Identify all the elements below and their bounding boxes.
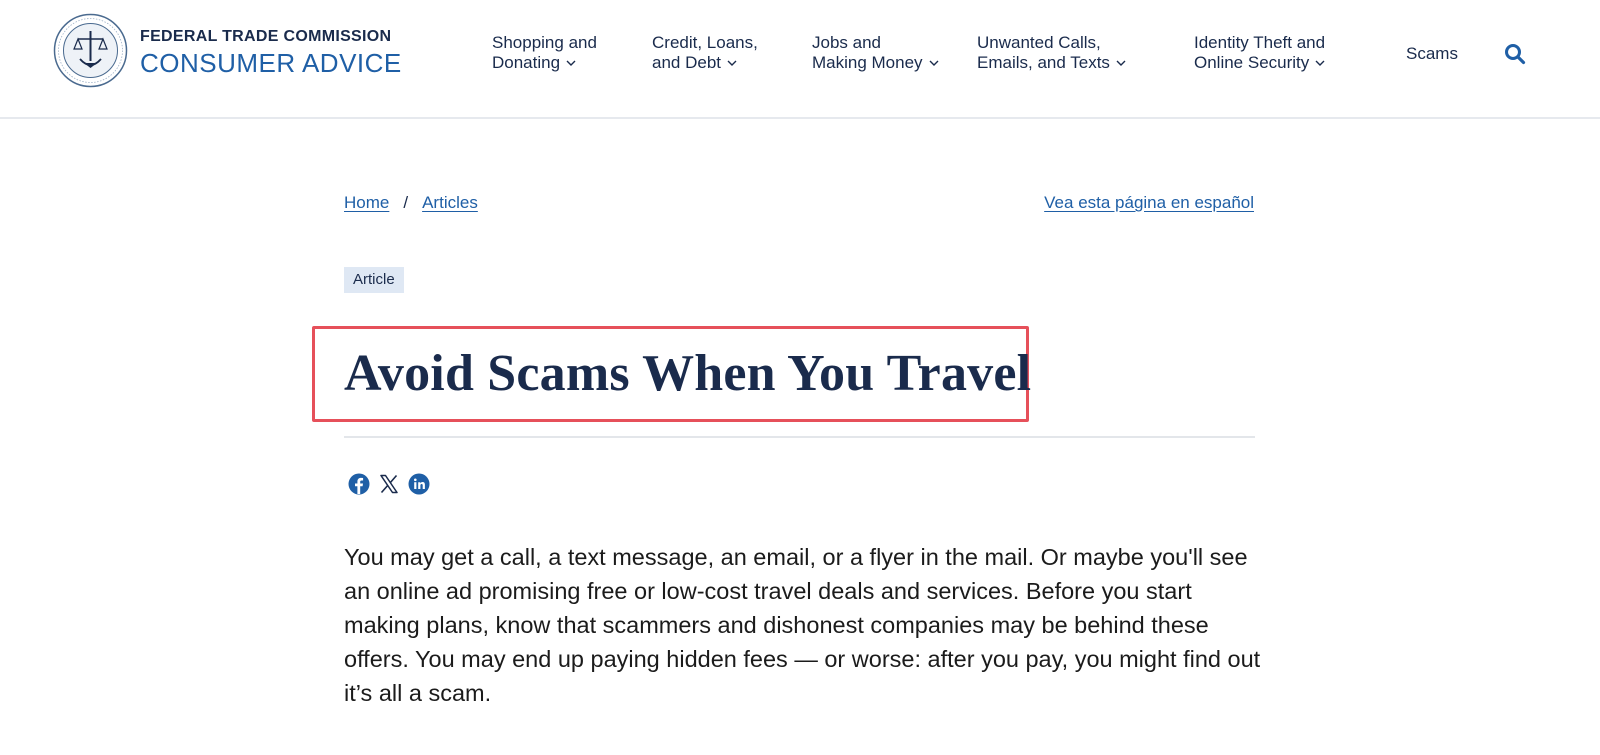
breadcrumb-separator: / (403, 193, 409, 212)
chevron-down-icon (929, 60, 939, 67)
chevron-down-icon (566, 60, 576, 67)
nav-scams[interactable]: Scams (1406, 44, 1458, 64)
chevron-down-icon (727, 60, 737, 67)
x-icon[interactable] (378, 473, 400, 495)
nav-jobs-making-money[interactable]: Jobs and Making Money (812, 33, 939, 73)
title-divider (344, 436, 1255, 438)
linkedin-icon[interactable] (408, 473, 430, 495)
spanish-language-link[interactable]: Vea esta página en español (1044, 193, 1254, 213)
intro-paragraph: You may get a call, a text message, an e… (344, 544, 1261, 706)
brand-site-name: CONSUMER ADVICE (140, 48, 402, 78)
chevron-down-icon (1116, 60, 1126, 67)
page-title: Avoid Scams When You Travel (344, 345, 1032, 402)
breadcrumb: Home / Articles (344, 193, 478, 213)
breadcrumb-home-link[interactable]: Home (344, 193, 389, 212)
breadcrumb-articles-link[interactable]: Articles (422, 193, 478, 212)
facebook-icon[interactable] (348, 473, 370, 495)
site-header: FEDERAL TRADE COMMISSION CONSUMER ADVICE… (0, 0, 1600, 119)
nav-unwanted-calls[interactable]: Unwanted Calls, Emails, and Texts (977, 33, 1126, 73)
share-links (348, 473, 430, 495)
nav-credit-loans-debt[interactable]: Credit, Loans, and Debt (652, 33, 758, 73)
content-type-badge: Article (344, 267, 404, 293)
brand-agency-name: FEDERAL TRADE COMMISSION (140, 28, 392, 45)
nav-shopping-donating[interactable]: Shopping and Donating (492, 33, 597, 73)
search-icon[interactable] (1503, 42, 1527, 66)
brand[interactable]: FEDERAL TRADE COMMISSION CONSUMER ADVICE (140, 28, 402, 78)
nav-identity-theft[interactable]: Identity Theft and Online Security (1194, 33, 1325, 73)
ftc-seal-logo[interactable] (53, 13, 128, 88)
chevron-down-icon (1315, 60, 1325, 67)
